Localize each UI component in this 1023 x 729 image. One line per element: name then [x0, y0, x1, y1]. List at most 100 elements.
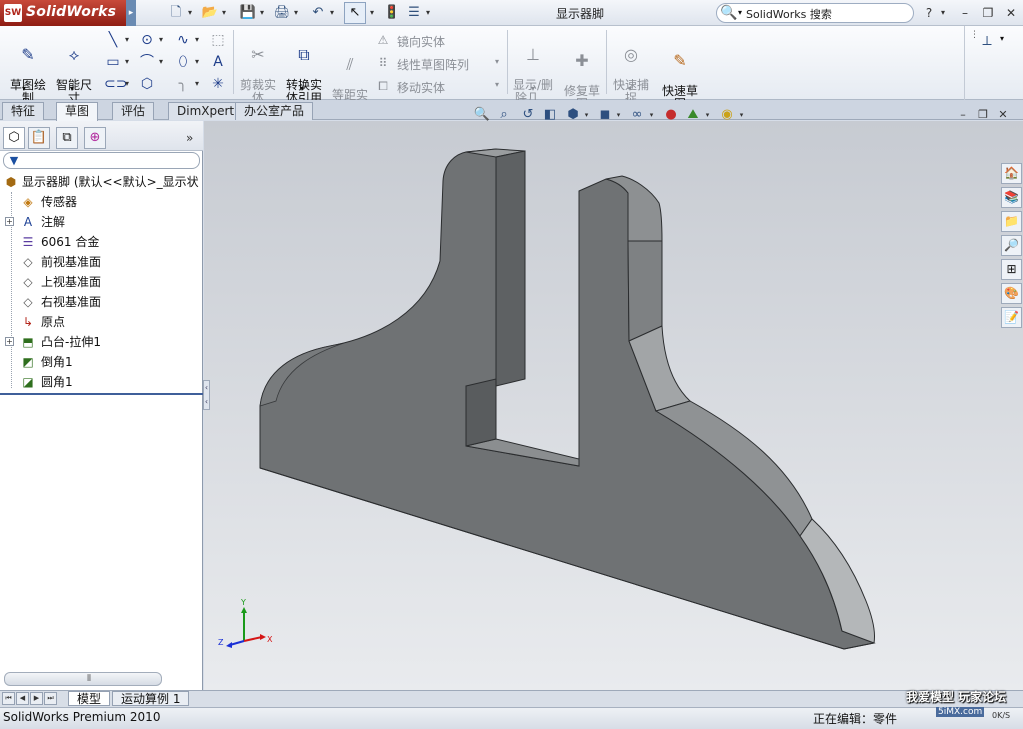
rectangle-icon[interactable]: ▭	[104, 53, 122, 71]
search-dropdown-icon[interactable]: ▾	[738, 8, 742, 17]
linear-pattern-icon[interactable]: ⠿	[375, 55, 391, 71]
trim-entities-button[interactable]: ✂ 剪裁实 体	[236, 32, 280, 105]
minimize-icon[interactable]: –	[956, 4, 974, 22]
zoom-to-fit-icon[interactable]: 🔍	[473, 106, 491, 124]
slot-dropdown-icon[interactable]: ▾	[123, 75, 131, 93]
view-orientation-dropdown-icon[interactable]: ▾	[583, 106, 590, 124]
tree-item[interactable]: ◈ 传感器	[0, 192, 203, 212]
open-folder-icon[interactable]: 📂	[200, 3, 220, 23]
next-tab-arrow-icon[interactable]: ▶	[30, 692, 43, 705]
tree-item[interactable]: ◪ 圆角1	[0, 372, 203, 392]
search-results-icon[interactable]: 🔎	[1001, 235, 1022, 256]
close-icon[interactable]: ✕	[1002, 4, 1020, 22]
undo-icon[interactable]: ↶	[308, 3, 328, 23]
tree-item[interactable]: + A 注解	[0, 212, 203, 232]
tree-item[interactable]: + ⬒ 凸台-拉伸1	[0, 332, 203, 352]
quick-snaps-button[interactable]: ◎ 快速捕 捉	[608, 32, 654, 105]
expand-plus-icon[interactable]: +	[5, 217, 14, 226]
tree-root-part[interactable]: ⬢ 显示器脚 (默认<<默认>_显示状	[0, 172, 203, 192]
tree-item[interactable]: ◇ 前视基准面	[0, 252, 203, 272]
appearances-scenes-icon[interactable]: 🎨	[1001, 283, 1022, 304]
smart-dimension-button[interactable]: ⟡ 智能尺 寸	[52, 32, 96, 105]
options-dropdown-icon[interactable]: ▾	[424, 3, 432, 23]
options-icon[interactable]: ☰	[404, 3, 424, 23]
sketch-fillet-icon[interactable]: ⬚	[209, 31, 227, 49]
tab-features[interactable]: 特征	[2, 102, 45, 120]
panel-collapse-handle[interactable]: ‹ ‹	[203, 380, 210, 410]
save-icon[interactable]: 💾	[238, 3, 258, 23]
horizontal-scrollbar[interactable]	[4, 672, 162, 686]
tree-item[interactable]: ◇ 上视基准面	[0, 272, 203, 292]
scrollbar-grip-icon[interactable]: ⫴	[84, 672, 94, 686]
featuremanager-tab-icon[interactable]: ⬡	[3, 127, 25, 149]
viewport-restore-icon[interactable]: ❐	[975, 108, 991, 122]
view-settings-dropdown-icon[interactable]: ▾	[738, 106, 745, 124]
convert-dropdown-icon[interactable]: ▾	[300, 84, 304, 93]
feature-tree-filter-input[interactable]	[3, 152, 200, 169]
relations-dropdown-icon[interactable]: ▾	[531, 84, 535, 93]
file-explorer-icon[interactable]: 📁	[1001, 211, 1022, 232]
sketch-button[interactable]: ✎ 草图绘 制	[6, 32, 50, 105]
prev-tab-arrow-icon[interactable]: ◀	[16, 692, 29, 705]
expand-plus-icon[interactable]: +	[5, 337, 14, 346]
search-icon[interactable]: 🔍	[720, 4, 738, 22]
rebuild-traffic-light-icon[interactable]: 🚦	[382, 3, 402, 23]
move-entities-label[interactable]: 移动实体	[397, 79, 445, 96]
tree-item[interactable]: ↳ 原点	[0, 312, 203, 332]
section-view-icon[interactable]: ◧	[541, 106, 559, 124]
tab-office-products[interactable]: 办公室产品	[235, 102, 314, 120]
ellipse-dropdown-icon[interactable]: ▾	[193, 53, 201, 71]
propertymanager-tab-icon[interactable]: 📋	[28, 127, 50, 149]
tab-motion-study-1[interactable]: 运动算例 1	[112, 691, 190, 706]
zoom-to-area-icon[interactable]: ⌕	[495, 106, 513, 124]
restore-icon[interactable]: ❐	[979, 4, 997, 22]
mirror-entities-label[interactable]: 镜向实体	[397, 33, 445, 50]
sketch-chamfer-icon[interactable]: ╮	[174, 75, 192, 93]
arc-dropdown-icon[interactable]: ▾	[157, 53, 165, 71]
spline-icon[interactable]: ∿	[174, 31, 192, 49]
rectangle-dropdown-icon[interactable]: ▾	[123, 53, 131, 71]
viewport-minimize-icon[interactable]: –	[955, 108, 971, 122]
menu-expand-arrow-icon[interactable]: ▸	[126, 0, 136, 26]
point-icon[interactable]: ✳	[209, 75, 227, 93]
line-icon[interactable]: ╲	[104, 31, 122, 49]
previous-view-icon[interactable]: ↺	[519, 106, 537, 124]
quick-snap-dropdown-icon[interactable]: ▾	[628, 84, 632, 93]
chamfer-dropdown-icon[interactable]: ▾	[193, 75, 201, 93]
move-entities-icon[interactable]: ⧠	[375, 78, 391, 94]
edit-appearance-icon[interactable]: ●	[662, 106, 680, 124]
save-dropdown-icon[interactable]: ▾	[258, 3, 266, 23]
hide-show-items-icon[interactable]: ∞	[628, 106, 646, 124]
tab-model[interactable]: 模型	[68, 691, 111, 706]
view-orientation-icon[interactable]: ⬢	[564, 106, 582, 124]
apply-scene-icon[interactable]: ⛰	[684, 106, 702, 124]
pattern-dropdown-icon[interactable]: ▾	[495, 57, 499, 66]
arc-icon[interactable]: ⌒	[138, 53, 156, 71]
new-dropdown-icon[interactable]: ▾	[186, 3, 194, 23]
custom-properties-icon[interactable]: 📝	[1001, 307, 1022, 328]
design-library-icon[interactable]: 📚	[1001, 187, 1022, 208]
help-dropdown-icon[interactable]: ▾	[934, 4, 952, 22]
last-tab-arrow-icon[interactable]: ⏭	[44, 692, 57, 705]
move-dropdown-icon[interactable]: ▾	[495, 80, 499, 89]
polygon-icon[interactable]: ⬡	[138, 75, 156, 93]
tree-item[interactable]: ☰ 6061 合金	[0, 232, 203, 252]
dimxpertmanager-tab-icon[interactable]: ⊕	[84, 127, 106, 149]
view-palette-icon[interactable]: ⊞	[1001, 259, 1022, 280]
display-style-dropdown-icon[interactable]: ▾	[615, 106, 622, 124]
spline-dropdown-icon[interactable]: ▾	[193, 31, 201, 49]
display-style-icon[interactable]: ◼	[596, 106, 614, 124]
display-delete-relations-button[interactable]: ⊥ 显示/删 除几…	[509, 32, 557, 105]
view-settings-icon[interactable]: ◉	[718, 106, 736, 124]
configurationmanager-tab-icon[interactable]: ⧉	[56, 127, 78, 149]
tab-sketch[interactable]: 草图	[56, 102, 99, 121]
select-dropdown-icon[interactable]: ▾	[368, 3, 376, 23]
linear-pattern-label[interactable]: 线性草图阵列	[397, 56, 469, 73]
hide-show-dropdown-icon[interactable]: ▾	[648, 106, 655, 124]
mirror-icon[interactable]: ⚠	[375, 32, 391, 48]
rollback-bar[interactable]	[0, 393, 203, 395]
scene-dropdown-icon[interactable]: ▾	[704, 106, 711, 124]
line-dropdown-icon[interactable]: ▾	[123, 31, 131, 49]
first-tab-arrow-icon[interactable]: ⏮	[2, 692, 15, 705]
tree-item[interactable]: ◩ 倒角1	[0, 352, 203, 372]
